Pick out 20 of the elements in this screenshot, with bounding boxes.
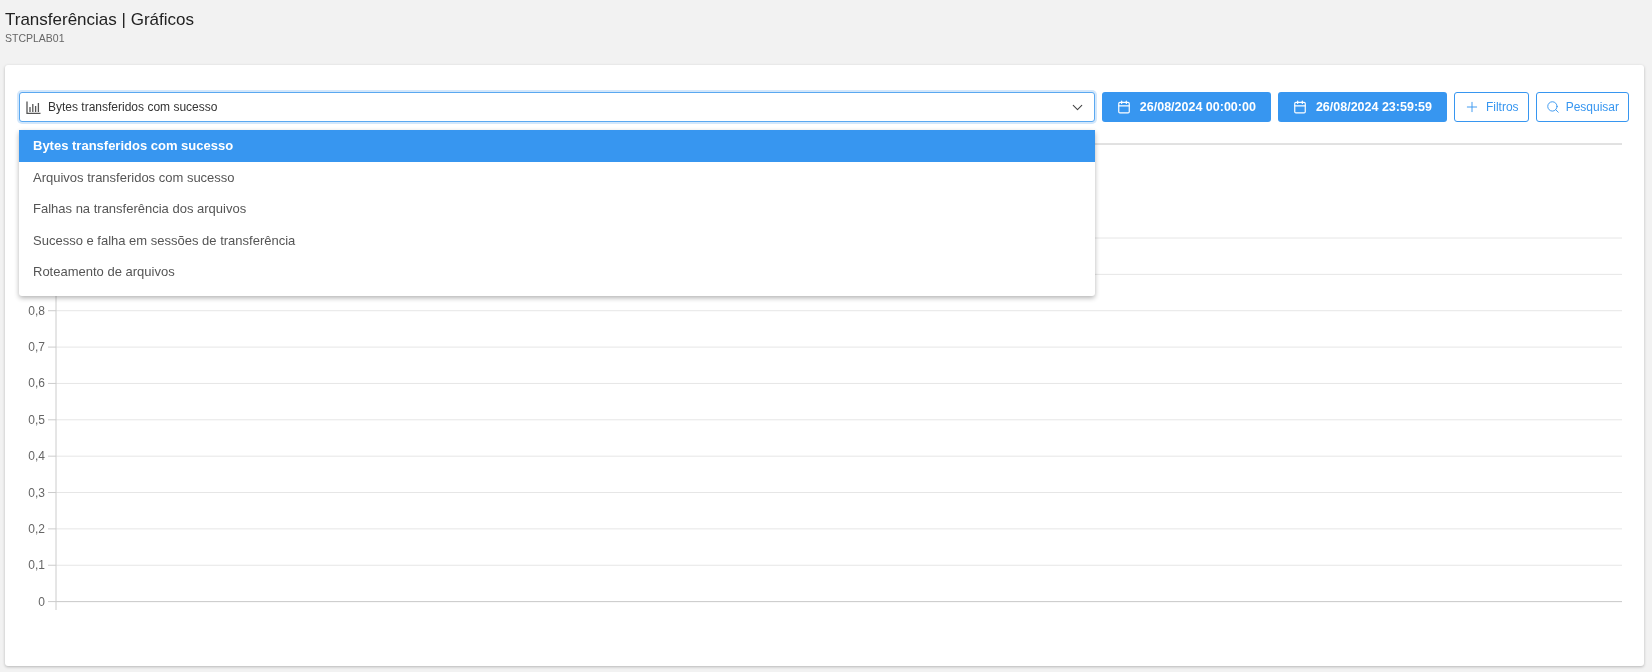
- axis-label: 0,7: [28, 340, 45, 355]
- axis-label: 0,8: [28, 303, 45, 318]
- axis-label: 0,3: [28, 485, 45, 500]
- axis-label: 0,2: [28, 521, 45, 536]
- page-subtitle: STCPLAB01: [5, 31, 66, 45]
- axis-label: 0: [38, 594, 45, 609]
- axis-label: 0,5: [28, 412, 45, 427]
- dropdown-option[interactable]: Sucesso e falha em sessões de transferência: [19, 224, 1095, 257]
- search-icon: [1545, 100, 1560, 114]
- dropdown-option[interactable]: Arquivos transferidos com sucesso: [19, 161, 1095, 194]
- axis-label: 0,4: [28, 449, 45, 464]
- axis-label: 0,1: [28, 558, 45, 573]
- calendar-icon: [1116, 100, 1131, 114]
- chart-type-select[interactable]: Bytes transferidos com sucesso: [19, 92, 1095, 122]
- dropdown-option[interactable]: Roteamento de arquivos: [19, 256, 1095, 288]
- bar-chart-icon: [26, 100, 41, 114]
- calendar-icon: [1292, 100, 1307, 114]
- axis-label: 0,6: [28, 376, 45, 391]
- page-title: Transferências | Gráficos: [5, 9, 195, 31]
- dropdown-option[interactable]: Falhas na transferência dos arquivos: [19, 193, 1095, 225]
